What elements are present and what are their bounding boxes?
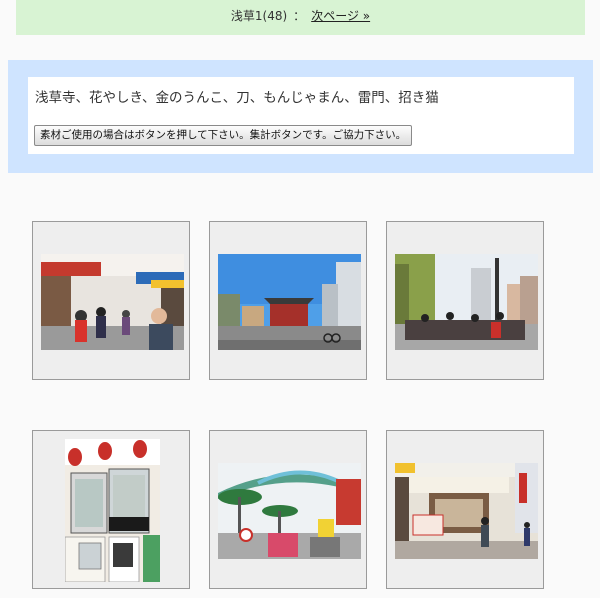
thumbnail-card <box>209 221 367 380</box>
separator: ： <box>293 9 306 23</box>
thumbnail-card <box>386 221 544 380</box>
vote-button[interactable]: 素材ご使用の場合はボタンを押して下さい。集計ボタンです。ご協力下さい。 <box>34 125 413 146</box>
thumbnail-card <box>386 430 544 589</box>
keywords-text: 浅草寺、花やしき、金のうんこ、刀、もんじゃまん、雷門、招き猫 <box>35 90 439 106</box>
current-page-label: 浅草1(48) <box>230 9 288 23</box>
thumbnail-card <box>209 430 367 589</box>
info-panel: 浅草寺、花やしき、金のうんこ、刀、もんじゃまん、雷門、招き猫 素材ご使用の場合は… <box>8 60 593 173</box>
temple-gate-photo[interactable] <box>218 254 361 350</box>
next-page-link[interactable]: 次ページ » <box>311 9 370 23</box>
crowd-plaza-photo[interactable] <box>395 254 538 350</box>
info-box: 浅草寺、花やしき、金のうんこ、刀、もんじゃまん、雷門、招き猫 素材ご使用の場合は… <box>28 77 574 154</box>
amusement-park-photo[interactable] <box>218 463 361 559</box>
pagination-bar: 浅草1(48) ： 次ページ » <box>16 0 585 35</box>
thumbnail-card <box>32 221 190 380</box>
shop-display-photo[interactable] <box>65 439 160 582</box>
shopping-street-photo[interactable] <box>41 254 184 350</box>
storefront-photo[interactable] <box>395 463 538 559</box>
thumbnail-card <box>32 430 190 589</box>
